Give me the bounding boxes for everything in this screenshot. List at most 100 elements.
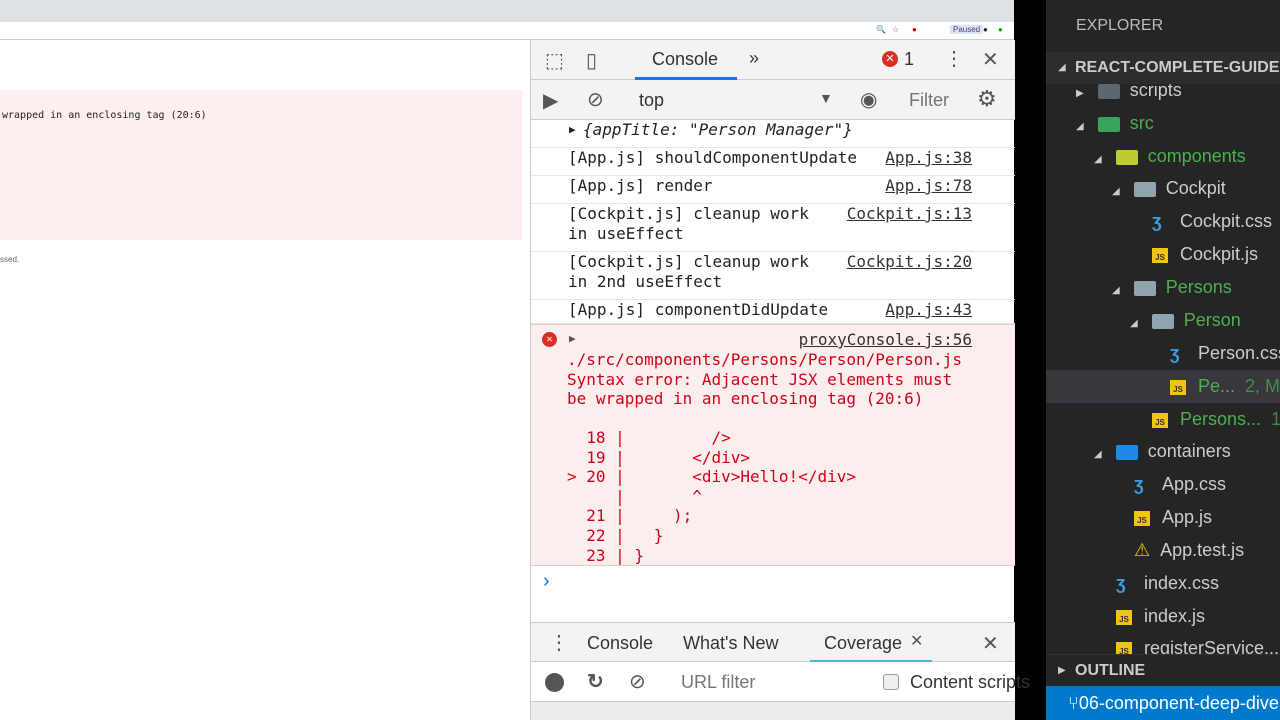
drawer-menu-icon[interactable]: ⋮ <box>549 630 569 655</box>
error-text: ./src/components/Persons/Person/Person.j… <box>567 350 962 409</box>
expand-icon: ▶ <box>1058 665 1066 676</box>
error-icon[interactable]: ✕ <box>882 51 898 67</box>
device-toolbar-icon[interactable]: ▯ <box>586 48 597 73</box>
close-tab-icon[interactable]: ✕ <box>910 631 923 651</box>
tree-item-cockpit[interactable]: ◢ Cockpit <box>1112 178 1226 199</box>
tree-item-scripts[interactable]: ▶ scripts <box>1076 84 1182 101</box>
tree-item-cockpit-css[interactable]: ʒ Cockpit.css <box>1152 211 1272 232</box>
js-file-icon: JS <box>1116 609 1132 625</box>
css-file-icon: ʒ <box>1170 343 1180 363</box>
file-tree: ▶ scripts ◢ src ◢ components ◢ Cockpit ʒ Cock… <box>1046 84 1280 654</box>
drawer-tab-coverage[interactable]: Coverage <box>824 633 902 654</box>
url-filter-input[interactable] <box>681 670 861 694</box>
content-scripts-label: Content scripts <box>910 672 1031 692</box>
explorer-title: EXPLORER <box>1076 17 1164 34</box>
error-count[interactable]: 1 <box>904 49 914 70</box>
drawer-tabbar: ⋮ Console What's New Coverage ✕ ✕ <box>531 622 1015 663</box>
paused-badge[interactable]: Paused <box>950 25 984 34</box>
tree-item-index-js[interactable]: JS index.js <box>1116 606 1205 627</box>
browser-tabstrip <box>0 0 1014 22</box>
tree-item-app-test-js[interactable]: ⚠ App.test.js <box>1134 540 1244 561</box>
project-header[interactable]: ◢ REACT-COMPLETE-GUIDE <box>1046 52 1280 84</box>
js-file-icon: JS <box>1170 379 1186 395</box>
sidebar-toggle-icon[interactable]: ▶ <box>543 88 558 113</box>
outline-section[interactable]: ▶ OUTLINE <box>1046 654 1280 686</box>
coverage-toolbar: ↻ ⊘ Content scripts <box>531 662 1030 702</box>
eye-icon[interactable]: ◉ <box>860 87 877 112</box>
vscode-explorer: EXPLORER ◢ REACT-COMPLETE-GUIDE ▶ scripts… <box>1046 0 1280 720</box>
tree-item-persons[interactable]: ◢ Persons <box>1112 277 1232 298</box>
zoom-icon[interactable]: 🔍 <box>876 25 886 34</box>
tree-item-register-service[interactable]: JS registerService... <box>1116 638 1279 654</box>
chevron-down-icon[interactable]: ▼ <box>819 90 833 106</box>
tree-item-containers[interactable]: ◢ containers <box>1094 441 1231 462</box>
tree-item-person[interactable]: ◢ Person <box>1130 310 1241 331</box>
project-name: REACT-COMPLETE-GUIDE <box>1075 59 1280 76</box>
clear-icon[interactable]: ⊘ <box>629 669 646 694</box>
outline-label: OUTLINE <box>1075 662 1146 679</box>
tree-item-components[interactable]: ◢ components <box>1094 146 1246 167</box>
filter-input[interactable] <box>909 88 953 112</box>
coverage-results <box>531 702 1015 720</box>
log-row: [App.js] render App.js:78 <box>531 176 1015 204</box>
tree-item-person-css[interactable]: ʒ Person.css <box>1170 343 1280 364</box>
reload-icon[interactable]: ↻ <box>587 669 604 694</box>
tree-item-persons-js[interactable]: JS Persons... 1 <box>1152 409 1280 430</box>
console-prompt[interactable]: › <box>543 570 550 593</box>
source-link[interactable]: App.js:78 <box>885 176 972 195</box>
extension-icon[interactable]: ● <box>912 25 917 34</box>
inspect-element-icon[interactable]: ⬚ <box>545 48 564 73</box>
extension-icon[interactable]: ● <box>998 25 1003 34</box>
drawer-tab-whats-new[interactable]: What's New <box>683 633 778 654</box>
js-file-icon: JS <box>1134 510 1150 526</box>
error-message: ✕ ▶ proxyConsole.js:56 ./src/components/… <box>531 324 1015 566</box>
css-file-icon: ʒ <box>1152 211 1162 231</box>
tree-item-src[interactable]: ◢ src <box>1076 113 1154 134</box>
content-scripts-checkbox[interactable] <box>883 674 899 690</box>
error-icon: ✕ <box>542 332 557 347</box>
source-link[interactable]: Cockpit.js:13 <box>847 204 972 224</box>
source-link[interactable]: proxyConsole.js:56 <box>799 330 972 349</box>
log-row: [Cockpit.js] cleanup work in useEffect Co… <box>531 204 1015 252</box>
context-select[interactable]: top <box>639 90 664 111</box>
record-icon[interactable] <box>545 673 564 692</box>
folder-icon <box>1097 84 1120 99</box>
more-tabs-button[interactable]: » <box>749 48 759 69</box>
expand-icon[interactable]: ▶ <box>569 332 576 345</box>
tree-item-app-css[interactable]: ʒ App.css <box>1134 474 1226 495</box>
tab-console[interactable]: Console <box>652 49 718 70</box>
status-bar: ⑂06-component-deep-dive <box>1046 686 1280 720</box>
drawer-tab-console[interactable]: Console <box>587 633 653 654</box>
error-overlay-text: wrapped in an enclosing tag (20:6) <box>2 110 207 121</box>
folder-icon <box>1097 116 1120 132</box>
folder-icon <box>1151 313 1174 329</box>
git-branch[interactable]: ⑂06-component-deep-dive <box>1068 693 1279 714</box>
avatar[interactable]: ● <box>983 25 988 34</box>
close-icon[interactable]: ✕ <box>982 47 999 72</box>
devtools-tabbar: ⬚ ▯ Console » ✕ 1 ⋮ ✕ <box>531 40 1015 80</box>
more-options-icon[interactable]: ⋮ <box>944 46 964 71</box>
tree-item-person-js[interactable]: JS Pe... 2, M <box>1170 376 1280 397</box>
branch-icon: ⑂ <box>1068 693 1079 713</box>
js-file-icon: JS <box>1152 412 1168 428</box>
source-link[interactable]: Cockpit.js:20 <box>847 252 972 272</box>
folder-icon <box>1133 181 1156 197</box>
devtools-panel: ⬚ ▯ Console » ✕ 1 ⋮ ✕ ▶ ⊘ top ▼ ◉ ⚙ ▶{ap… <box>530 40 1030 720</box>
folder-icon <box>1115 444 1138 460</box>
error-code-frame: 18 | /> 19 | </div> > 20 | <div>Hello!</… <box>567 428 856 565</box>
log-row: [Cockpit.js] cleanup work in 2nd useEffe… <box>531 252 1015 300</box>
close-drawer-icon[interactable]: ✕ <box>982 631 999 656</box>
tree-item-app-js[interactable]: JS App.js <box>1134 507 1212 528</box>
tree-item-cockpit-js[interactable]: JS Cockpit.js <box>1152 244 1258 265</box>
expand-icon[interactable]: ▶ <box>569 123 576 136</box>
clear-console-icon[interactable]: ⊘ <box>587 87 604 112</box>
source-link[interactable]: App.js:43 <box>885 300 972 319</box>
gear-icon[interactable]: ⚙ <box>977 86 997 112</box>
folder-icon <box>1115 149 1138 165</box>
tree-item-index-css[interactable]: ʒ index.css <box>1116 573 1219 594</box>
browser-address-bar[interactable]: 🔍 ☆ ● Paused ● ● <box>0 22 1014 40</box>
source-link[interactable]: App.js:38 <box>885 148 972 167</box>
object-log[interactable]: ▶ {appTitle: "Person Manager"} <box>531 120 1015 148</box>
error-overlay: wrapped in an enclosing tag (20:6) <box>0 90 522 240</box>
star-icon[interactable]: ☆ <box>892 25 899 34</box>
